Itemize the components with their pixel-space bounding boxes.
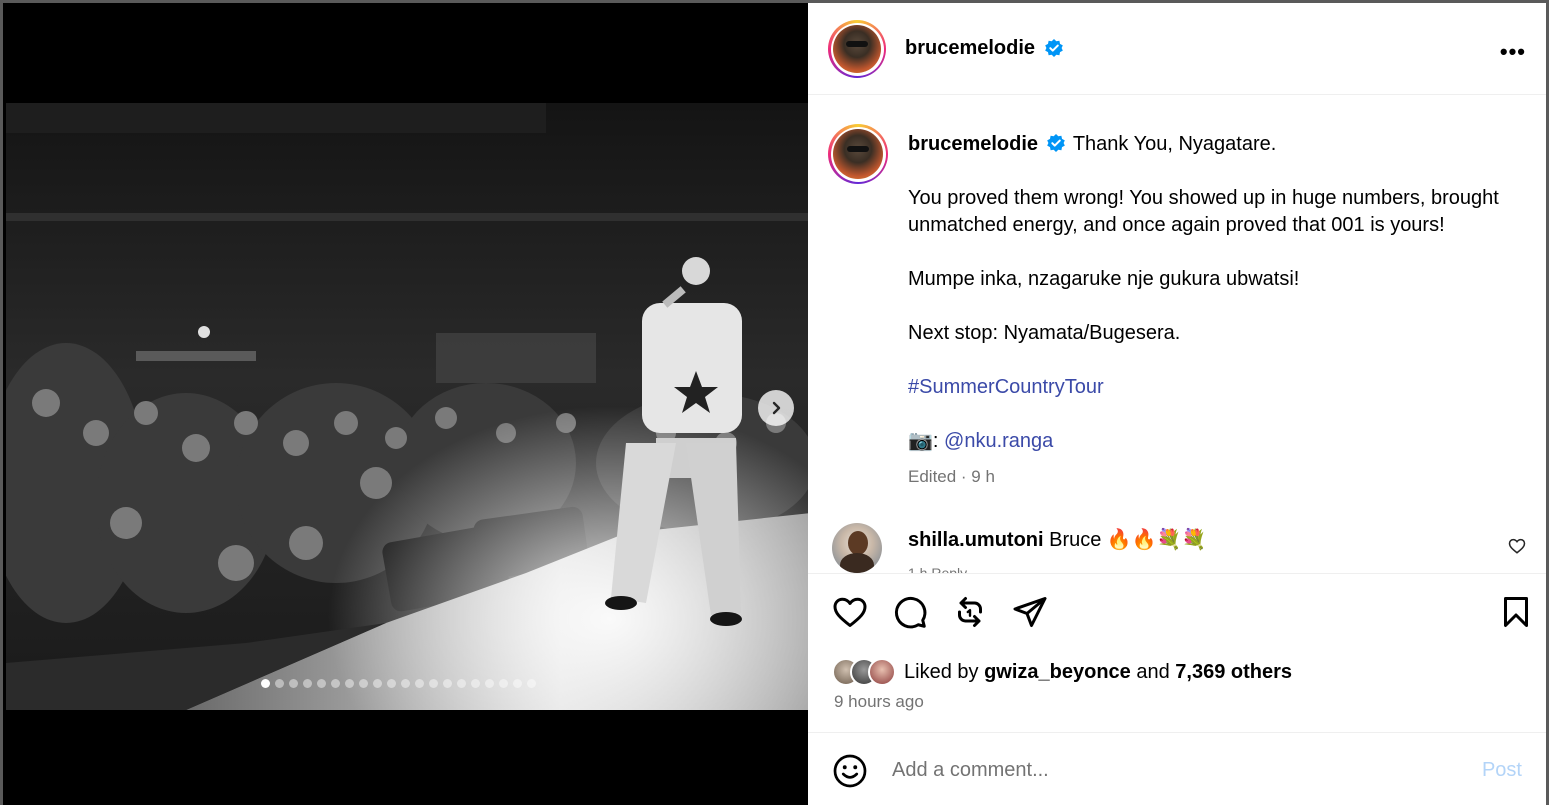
likes-prefix: Liked by xyxy=(904,660,985,683)
carousel-dot xyxy=(499,679,508,688)
post-header: brucemelodie ••• xyxy=(808,3,1546,95)
carousel-dot xyxy=(359,679,368,688)
comment-meta: 1 h Reply xyxy=(908,565,968,573)
concert-photo-image xyxy=(6,103,811,710)
caption-paragraph: Mumpe inka, nzagaruke nje gukura ubwatsi… xyxy=(908,268,1300,290)
verified-badge-icon xyxy=(1046,133,1065,152)
caption-paragraph: You proved them wrong! You showed up in … xyxy=(908,187,1499,236)
save-bookmark-icon[interactable] xyxy=(1498,594,1534,630)
carousel-dot xyxy=(471,679,480,688)
photographer-mention-link[interactable]: @nku.ranga xyxy=(944,430,1053,452)
likes-count-link[interactable]: 7,369 others xyxy=(1175,661,1292,683)
carousel-dot xyxy=(513,679,522,688)
add-comment-bar: Post xyxy=(808,733,1546,805)
carousel-dot xyxy=(373,679,382,688)
media-pane xyxy=(0,0,811,805)
verified-badge-icon xyxy=(1044,38,1063,57)
carousel-dot xyxy=(443,679,452,688)
comment-input[interactable] xyxy=(892,755,1452,785)
carousel-dot xyxy=(527,679,536,688)
comment-text: Bruce 🔥🔥💐💐 xyxy=(1049,529,1207,551)
carousel-dot xyxy=(401,679,410,688)
post-timestamp[interactable]: 9 hours ago xyxy=(834,692,924,712)
liker-avatar xyxy=(868,658,896,686)
comment-like-heart-icon[interactable] xyxy=(1508,537,1526,555)
post-comment-button[interactable]: Post xyxy=(1482,759,1522,782)
post-caption: brucemelodie Thank You, Nyagatare. You p… xyxy=(908,131,1538,482)
carousel-dot xyxy=(261,679,270,688)
emoji-smiley-icon[interactable] xyxy=(832,753,868,789)
carousel-dot xyxy=(485,679,494,688)
carousel-dot xyxy=(331,679,340,688)
caption-paragraph: Next stop: Nyamata/Bugesera. xyxy=(908,322,1181,344)
likes-middle: and xyxy=(1130,660,1176,683)
likes-summary[interactable]: Liked by gwiza_beyonce and 7,369 others xyxy=(832,656,1292,688)
repost-icon[interactable] xyxy=(952,594,988,630)
comment-bubble-icon[interactable] xyxy=(892,594,928,630)
like-heart-icon[interactable] xyxy=(832,594,868,630)
carousel-dot xyxy=(345,679,354,688)
carousel-next-button[interactable] xyxy=(758,390,794,426)
post-photo[interactable] xyxy=(6,103,811,710)
more-options-button[interactable]: ••• xyxy=(1500,39,1526,65)
carousel-dot xyxy=(317,679,326,688)
commenter-username[interactable]: shilla.umutoni xyxy=(908,529,1044,551)
comment-item: shilla.umutoni Bruce 🔥🔥💐💐 1 h Reply xyxy=(832,523,1532,573)
liker-username-link[interactable]: gwiza_beyonce xyxy=(984,661,1131,683)
carousel-dot xyxy=(275,679,284,688)
share-send-icon[interactable] xyxy=(1012,594,1048,630)
carousel-dot xyxy=(387,679,396,688)
caption-line-1: Thank You, Nyagatare. xyxy=(1072,133,1277,155)
carousel-dot xyxy=(303,679,312,688)
author-username[interactable]: brucemelodie xyxy=(905,37,1035,59)
carousel-dot xyxy=(289,679,298,688)
carousel-dot xyxy=(429,679,438,688)
camera-emoji: 📷 xyxy=(908,430,933,452)
carousel-indicator xyxy=(261,679,536,688)
carousel-dot xyxy=(457,679,466,688)
chevron-right-icon xyxy=(772,401,781,415)
caption-author-avatar[interactable] xyxy=(828,124,888,184)
caption-username[interactable]: brucemelodie xyxy=(908,133,1038,155)
caption-meta: Edited · 9 h xyxy=(908,467,995,486)
carousel-dot xyxy=(415,679,424,688)
credit-separator: : xyxy=(932,430,945,452)
commenter-avatar[interactable] xyxy=(832,523,882,573)
author-avatar[interactable] xyxy=(828,20,886,78)
post-detail-panel: brucemelodie ••• brucemelodie Thank You,… xyxy=(808,0,1549,805)
hashtag-link[interactable]: #SummerCountryTour xyxy=(908,376,1104,398)
post-actions-section: Liked by gwiza_beyonce and 7,369 others … xyxy=(808,573,1546,733)
